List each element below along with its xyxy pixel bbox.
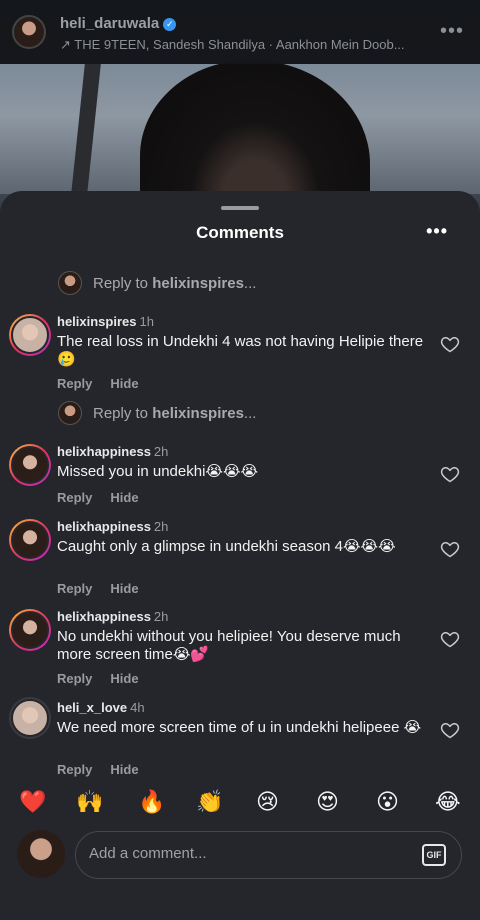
reaction-heart-eyes[interactable]: 😍 — [316, 790, 339, 814]
avatar-image — [11, 611, 49, 649]
reel-more-icon[interactable]: ••• — [440, 20, 464, 43]
reel-author-avatar[interactable] — [12, 15, 46, 49]
reel-audio-link[interactable]: ↗ THE 9TEEN, Sandesh Shandilya · Aankhon… — [60, 37, 420, 53]
heart-outline-icon[interactable] — [440, 539, 460, 559]
heart-outline-icon[interactable] — [440, 464, 460, 484]
current-user-avatar — [17, 830, 65, 878]
avatar-image — [11, 446, 49, 484]
reaction-fire[interactable]: 🔥 — [138, 790, 165, 814]
comment-avatar[interactable] — [9, 519, 51, 561]
comment-user[interactable]: helixhappiness — [57, 519, 151, 534]
comment-composer: GIF — [75, 831, 462, 879]
comment-time: 1h — [139, 314, 154, 329]
reply-to-prefix: Reply to — [93, 404, 153, 422]
avatar-image — [11, 521, 49, 559]
reel-header: heli_daruwala ✓ ↗ THE 9TEEN, Sandesh Shan… — [0, 0, 480, 64]
avatar-image — [11, 316, 49, 354]
comment-time: 2h — [153, 609, 169, 624]
reply-to-suffix: ... — [243, 274, 257, 292]
comment-user[interactable]: helixhappiness — [57, 609, 151, 624]
comment-text: Caught only a glimpse in undekhi season … — [57, 538, 396, 555]
sheet-title: Comments — [196, 223, 284, 242]
reaction-clap[interactable]: 👏 — [196, 790, 223, 814]
comment-username[interactable]: helixhappiness 2h — [57, 444, 168, 459]
reply-button[interactable]: Reply — [57, 762, 92, 777]
comment-user[interactable]: helixinspires — [57, 314, 136, 329]
reaction-laughing[interactable]: 😂 — [435, 790, 461, 814]
avatar-image — [11, 699, 49, 737]
comment-actions: Reply Hide — [57, 762, 157, 777]
quick-reactions-bar: ❤️ 🙌 🔥 👏 😢 😍 😮 😂 — [0, 790, 480, 814]
reply-to-user: helixinspires — [152, 404, 244, 422]
verified-badge-icon: ✓ — [163, 18, 177, 31]
reply-to-prefix: Reply to — [93, 274, 153, 292]
comment-user[interactable]: helixhappiness — [57, 444, 151, 459]
comment-username[interactable]: helixhappiness 2h — [57, 519, 168, 534]
reel-audio-title[interactable]: THE 9TEEN, Sandesh Shandilya · Aankhon M… — [74, 37, 404, 52]
comment-time: 2h — [153, 519, 169, 534]
comment-text: The real loss in Undekhi 4 was not havin… — [57, 333, 424, 368]
hide-button[interactable]: Hide — [110, 671, 138, 686]
reply-to-user: helixinspires — [152, 274, 244, 292]
add-comment-input[interactable] — [89, 845, 389, 862]
reply-avatar — [58, 401, 82, 425]
reply-button[interactable]: Reply — [57, 581, 92, 596]
reply-button[interactable]: Reply — [57, 671, 92, 686]
comment-avatar[interactable] — [9, 314, 51, 356]
comment-actions: Reply Hide — [57, 376, 157, 391]
reaction-raised-hands[interactable]: 🙌 — [76, 790, 103, 814]
reply-to-prompt[interactable]: Reply to helixinspires... — [58, 401, 256, 425]
comment-actions: Reply Hide — [57, 671, 157, 686]
comment-time: 2h — [153, 444, 169, 459]
comment-avatar[interactable] — [9, 609, 51, 651]
reel-author-name[interactable]: heli_daruwala ✓ — [60, 15, 177, 32]
reaction-crying[interactable]: 😢 — [256, 790, 279, 814]
heart-outline-icon[interactable] — [440, 720, 460, 740]
hide-button[interactable]: Hide — [110, 581, 138, 596]
reply-button[interactable]: Reply — [57, 490, 92, 505]
reply-to-text[interactable]: Reply to helixinspires... — [93, 405, 256, 422]
comment-text: We need more screen time of u in undekhi… — [57, 719, 422, 736]
sheet-grabber[interactable] — [221, 206, 259, 210]
hide-button[interactable]: Hide — [110, 762, 138, 777]
comment-actions: Reply Hide — [57, 581, 157, 596]
comment-actions: Reply Hide — [57, 490, 157, 505]
hide-button[interactable]: Hide — [110, 376, 138, 391]
gif-icon[interactable]: GIF — [422, 844, 446, 866]
reply-button[interactable]: Reply — [57, 376, 92, 391]
reply-to-text[interactable]: Reply to helixinspires... — [93, 275, 256, 292]
heart-outline-icon[interactable] — [440, 629, 460, 649]
reaction-heart[interactable]: ❤️ — [19, 790, 46, 814]
comment-username[interactable]: heli_x_love 4h — [57, 700, 145, 715]
comment-time: 4h — [130, 700, 145, 715]
reply-to-prompt[interactable]: Reply to helixinspires... — [58, 271, 256, 295]
comment-text: Missed you in undekhi😭😭😭 — [57, 463, 258, 480]
audio-arrow-icon: ↗ — [60, 37, 71, 52]
hide-button[interactable]: Hide — [110, 490, 138, 505]
comment-username[interactable]: helixhappiness 2h — [57, 609, 168, 624]
comment-username[interactable]: helixinspires 1h — [57, 314, 154, 329]
reaction-surprised[interactable]: 😮 — [376, 790, 399, 814]
comment-user[interactable]: heli_x_love — [57, 700, 127, 715]
comment-avatar[interactable] — [9, 697, 51, 739]
heart-outline-icon[interactable] — [440, 334, 460, 354]
comment-text: No undekhi without you helipiee! You des… — [57, 628, 401, 663]
reply-to-suffix: ... — [243, 404, 257, 422]
sheet-more-icon[interactable]: ••• — [426, 221, 448, 242]
reply-avatar — [58, 271, 82, 295]
reel-author-username[interactable]: heli_daruwala — [60, 15, 159, 32]
comment-avatar[interactable] — [9, 444, 51, 486]
